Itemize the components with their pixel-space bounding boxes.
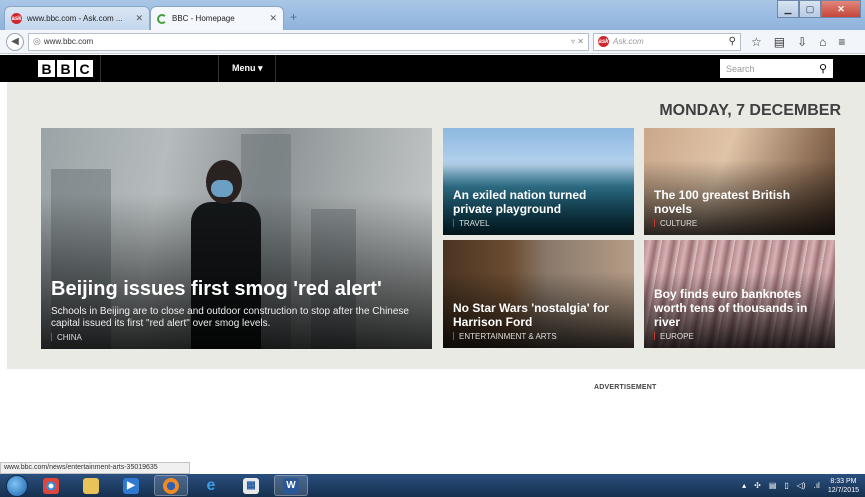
tab-close-icon[interactable]: ✕ — [269, 13, 277, 24]
tab-close-icon[interactable]: ✕ — [135, 13, 143, 24]
main-story-card[interactable]: Beijing issues first smog 'red alert' Sc… — [41, 128, 432, 349]
home-icon[interactable]: ⌂ — [819, 35, 826, 49]
menu-button[interactable]: Menu ▾ — [232, 63, 263, 74]
window-controls: ▁ ▢ ✕ — [777, 0, 861, 18]
download-icon[interactable]: ⇩ — [797, 35, 807, 49]
taskbar-ie[interactable]: e — [194, 475, 228, 496]
logo-letter: B — [57, 60, 74, 77]
globe-icon: ◎ — [33, 36, 41, 46]
tab-bbc[interactable]: BBC - Homepage ✕ — [150, 6, 284, 30]
search-engine-label: Ask.com — [613, 37, 644, 46]
taskbar-explorer[interactable] — [74, 475, 108, 496]
reload-stop-icon[interactable]: ▿ ✕ — [571, 37, 584, 46]
media-player-icon: ▶ — [123, 477, 139, 494]
bookmark-star-icon[interactable]: ☆ — [751, 35, 762, 49]
taskbar-media[interactable]: ▶ — [114, 475, 148, 496]
main-headline[interactable]: Beijing issues first smog 'red alert' — [51, 277, 424, 301]
address-bar[interactable]: ◎ www.bbc.com ▿ ✕ — [28, 32, 589, 51]
story-headline[interactable]: Boy finds euro banknotes worth tens of t… — [654, 287, 827, 329]
taskbar-clock[interactable]: 8:33 PM 12/7/2015 — [828, 477, 859, 495]
caret-down-icon: ▾ — [258, 63, 263, 73]
taskbar-word[interactable]: W — [274, 475, 308, 496]
bbc-logo[interactable]: B B C — [38, 60, 93, 77]
network-signal-icon[interactable]: .ıl — [814, 481, 820, 490]
tab-ask[interactable]: ask www.bbc.com - Ask.com ... ✕ — [4, 6, 150, 30]
minimize-button[interactable]: ▁ — [777, 0, 799, 18]
story-tag[interactable]: EUROPE — [654, 332, 827, 341]
ask-engine-icon: ask — [598, 36, 609, 47]
search-bar[interactable]: ask Ask.com ⚲ — [593, 32, 741, 51]
tray-arrow-icon[interactable]: ▴ — [742, 481, 746, 490]
firefox-icon — [163, 477, 179, 494]
hamburger-menu-icon[interactable]: ≡ — [838, 35, 845, 49]
advertisement-label: ADVERTISEMENT — [594, 384, 657, 391]
taskbar-tiles[interactable]: ▦ — [234, 475, 268, 496]
volume-icon[interactable]: ◁) — [797, 481, 806, 490]
homepage-content: MONDAY, 7 DECEMBER Beijing issues first … — [7, 82, 865, 369]
menu-label: Menu — [232, 63, 256, 73]
back-button[interactable]: ◀ — [6, 32, 24, 51]
logo-letter: B — [38, 60, 55, 77]
story-card-europe[interactable]: Boy finds euro banknotes worth tens of t… — [644, 240, 835, 348]
navigation-bar: ◀ ◎ www.bbc.com ▿ ✕ ask Ask.com ⚲ ☆ ▤ ⇩ … — [0, 30, 865, 54]
toolbar-icons: ☆ ▤ ⇩ ⌂ ≡ — [751, 35, 845, 49]
clock-time: 8:33 PM — [830, 477, 857, 485]
apps-grid-icon: ▦ — [243, 477, 259, 494]
ask-favicon-icon: ask — [11, 13, 22, 24]
windows-taskbar: ▶ e ▦ W ▴ ✣ ▤ ▯ ◁) .ıl 8:33 PM 12/7/2015 — [0, 474, 865, 497]
tray-battery-icon[interactable]: ▯ — [784, 481, 788, 490]
tab-title: BBC - Homepage — [172, 14, 235, 23]
masthead-divider — [218, 55, 219, 82]
tab-title: www.bbc.com - Ask.com ... — [27, 14, 123, 23]
taskbar-firefox[interactable] — [154, 475, 188, 496]
browser-tab-strip: ask www.bbc.com - Ask.com ... ✕ BBC - Ho… — [0, 0, 865, 30]
maximize-button[interactable]: ▢ — [799, 0, 821, 18]
bbc-masthead: B B C Menu ▾ Search ⚲ — [0, 55, 865, 82]
story-card-entertainment[interactable]: No Star Wars 'nostalgia' for Harrison Fo… — [443, 240, 634, 348]
bbc-search-input[interactable]: Search ⚲ — [720, 59, 833, 78]
loading-spinner-icon — [157, 13, 167, 24]
masthead-divider — [275, 55, 276, 82]
status-bar-url: www.bbc.com/news/entertainment-arts-3501… — [0, 462, 190, 474]
word-icon: W — [283, 477, 299, 494]
search-placeholder: Search — [726, 63, 755, 74]
search-icon[interactable]: ⚲ — [819, 62, 827, 75]
taskbar-chrome[interactable] — [34, 475, 68, 496]
url-text: www.bbc.com — [43, 37, 94, 46]
story-headline[interactable]: No Star Wars 'nostalgia' for Harrison Fo… — [453, 301, 626, 329]
story-tag[interactable]: TRAVEL — [453, 219, 626, 228]
story-card-culture[interactable]: The 100 greatest British novels CULTURE — [644, 128, 835, 235]
story-card-travel[interactable]: An exiled nation turned private playgrou… — [443, 128, 634, 235]
page-date: MONDAY, 7 DECEMBER — [659, 102, 841, 119]
magnifier-icon[interactable]: ⚲ — [729, 36, 736, 47]
close-window-button[interactable]: ✕ — [821, 0, 861, 18]
masthead-divider — [100, 55, 101, 82]
story-headline[interactable]: The 100 greatest British novels — [654, 188, 827, 216]
bookmarks-menu-icon[interactable]: ▤ — [774, 35, 785, 49]
internet-explorer-icon: e — [206, 476, 216, 494]
story-headline[interactable]: An exiled nation turned private playgrou… — [453, 188, 626, 216]
folder-icon — [83, 477, 99, 494]
main-summary: Schools in Beijing are to close and outd… — [51, 306, 409, 329]
logo-letter: C — [76, 60, 93, 77]
story-tag[interactable]: ENTERTAINMENT & ARTS — [453, 332, 626, 341]
tray-flag-icon[interactable]: ▤ — [769, 481, 777, 490]
clock-date: 12/7/2015 — [827, 486, 859, 494]
new-tab-button[interactable]: + — [290, 10, 297, 24]
tray-app-icon[interactable]: ✣ — [754, 481, 761, 490]
system-tray: ▴ ✣ ▤ ▯ ◁) .ıl 8:33 PM 12/7/2015 — [742, 477, 865, 495]
start-button[interactable] — [6, 474, 28, 497]
story-tag[interactable]: CULTURE — [654, 219, 827, 228]
chrome-icon — [43, 477, 59, 494]
story-tag[interactable]: CHINA — [51, 333, 424, 342]
